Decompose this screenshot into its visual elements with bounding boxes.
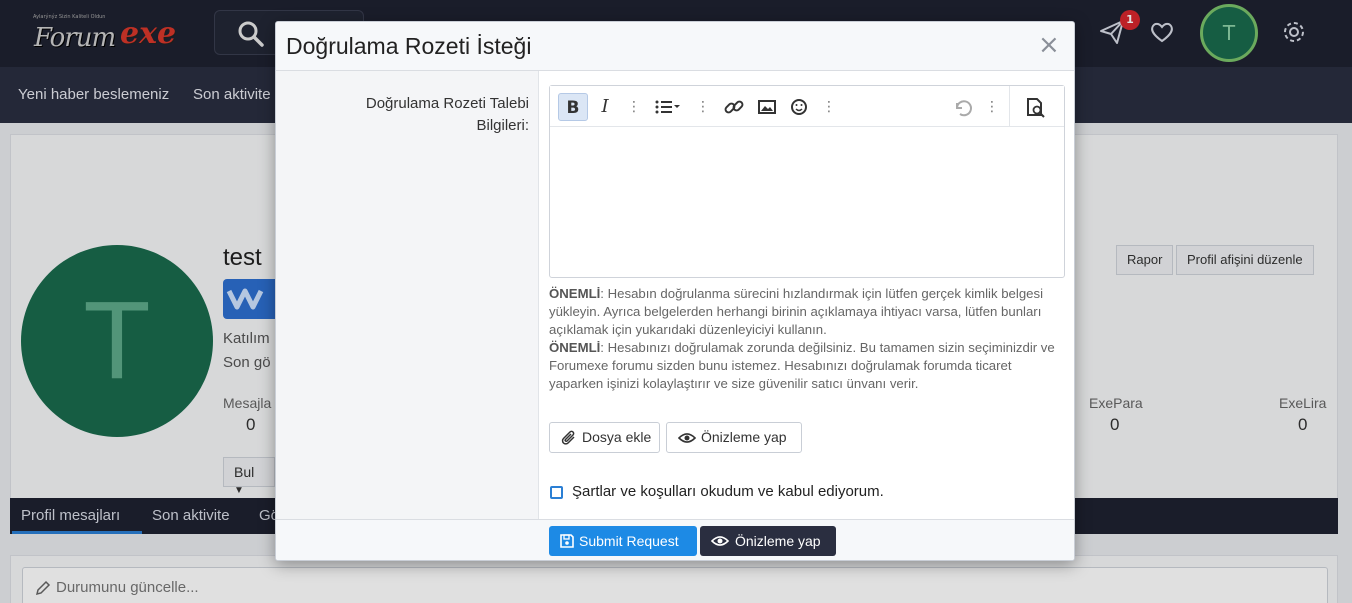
modal-footer: Submit Request Önizleme yap [276,519,1074,560]
link-icon[interactable] [722,93,746,121]
modal-title: Doğrulama Rozeti İsteği [286,33,532,59]
bold-button[interactable]: B [558,93,588,121]
save-icon [560,534,574,548]
verification-request-modal: Doğrulama Rozeti İsteği × Doğrulama Roze… [275,21,1075,561]
more-list-options-icon[interactable]: ⋮ [696,93,710,121]
submit-request-label: Submit Request [579,533,679,549]
modal-header: Doğrulama Rozeti İsteği × [276,22,1074,71]
preview-document-icon[interactable] [1023,93,1049,121]
submit-request-button[interactable]: Submit Request [549,526,697,556]
terms-label[interactable]: Şartlar ve koşulları okudum ve kabul edi… [572,483,884,500]
footer-preview-button[interactable]: Önizleme yap [700,526,836,556]
attach-file-button[interactable]: Dosya ekle [549,422,660,453]
notice-1-text: : Hesabın doğrulanma sürecini hızlandırm… [549,286,1044,337]
preview-button[interactable]: Önizleme yap [666,422,802,453]
more-insert-options-icon[interactable]: ⋮ [822,93,836,121]
toolbar-divider [1009,86,1010,126]
rich-text-editor[interactable]: B I ⋮ ⋮ ⋮ ⋮ [549,85,1065,278]
notice-2-title: ÖNEMLİ [549,340,601,355]
eye-icon [711,536,729,546]
notice-2-text: : Hesabınızı doğrulamak zorunda değilsin… [549,340,1055,391]
editor-toolbar: B I ⋮ ⋮ ⋮ ⋮ [550,86,1064,127]
terms-checkbox[interactable] [550,486,563,499]
paperclip-icon [561,430,575,445]
notice-optional-paragraph: ÖNEMLİ: Hesabınızı doğrulamak zorunda de… [549,339,1069,393]
emoji-icon[interactable] [787,93,811,121]
notice-1-title: ÖNEMLİ [549,286,601,301]
undo-icon[interactable] [950,93,974,121]
list-icon[interactable] [652,93,682,121]
italic-button[interactable]: I [594,93,616,121]
field-label: Doğrulama Rozeti Talebi Bilgileri: [365,95,529,134]
important-notice: ÖNEMLİ: Hesabın doğrulanma sürecini hızl… [549,285,1069,393]
attach-file-label: Dosya ekle [582,429,652,445]
close-icon[interactable]: × [1038,31,1060,59]
preview-label: Önizleme yap [701,429,787,445]
notice-identity-paragraph: ÖNEMLİ: Hesabın doğrulanma sürecini hızl… [549,285,1069,339]
image-icon[interactable] [755,93,779,121]
form-label-column: Doğrulama Rozeti Talebi Bilgileri: [276,71,539,519]
more-editor-options-icon[interactable]: ⋮ [985,93,999,121]
footer-preview-label: Önizleme yap [735,533,821,549]
more-text-options-icon[interactable]: ⋮ [627,93,641,121]
eye-icon [678,433,696,443]
